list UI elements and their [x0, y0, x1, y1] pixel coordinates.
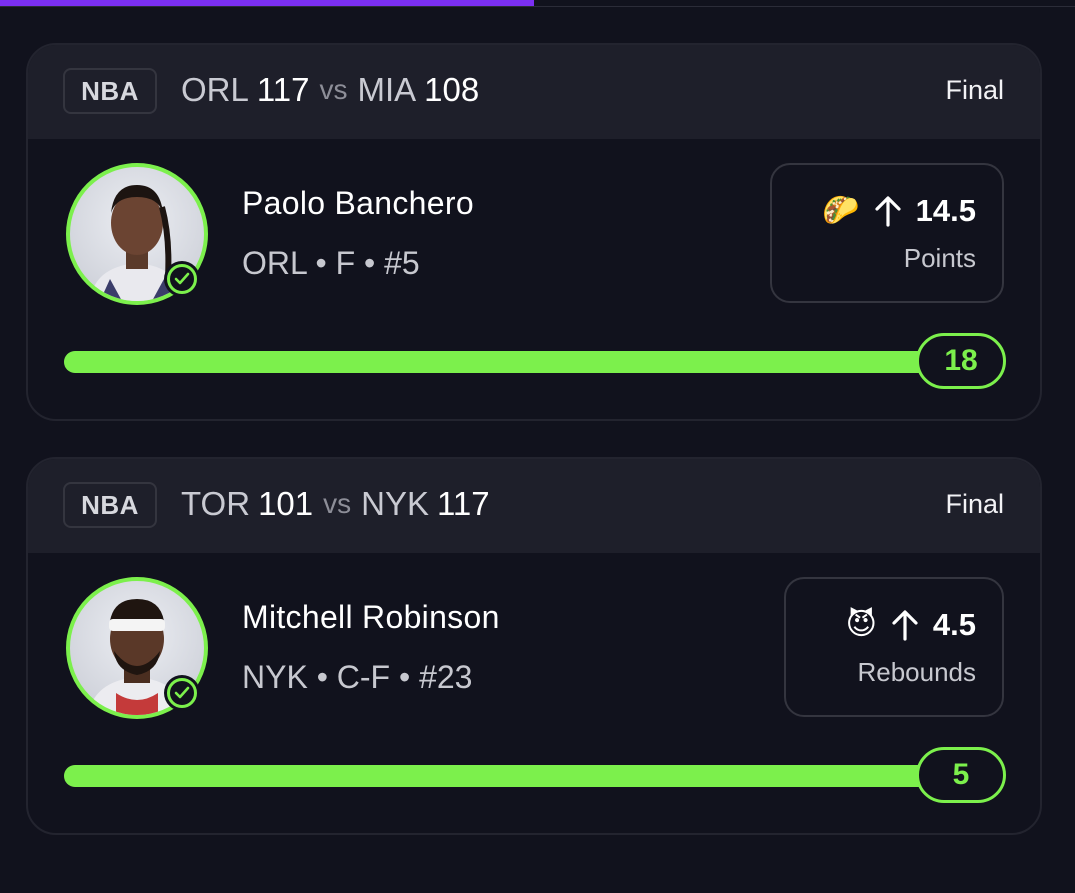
hit-check-icon [164, 261, 200, 297]
away-team: MIA [357, 71, 417, 108]
prop-stat-label: Rebounds [857, 657, 976, 687]
away-score: 108 [424, 71, 480, 108]
devil-face-icon: 😈 [845, 608, 877, 641]
top-progress-track [0, 0, 1075, 7]
prop-stat-label: Points [903, 243, 976, 273]
league-badge: NBA [63, 482, 157, 528]
arrow-up-icon [875, 196, 901, 227]
prop-card[interactable]: NBA ORL 117 vs MIA 108 Final Paolo Banch… [26, 43, 1042, 421]
prop-line-box[interactable]: 🌮 14.5 Points [770, 163, 1004, 303]
away-team: NYK [361, 485, 429, 522]
home-score: 101 [258, 485, 314, 522]
game-status: Final [945, 75, 1004, 105]
arrow-up-icon [892, 610, 918, 641]
taco-icon: 🌮 [822, 194, 860, 227]
game-header: NBA TOR 101 vs NYK 117 Final [28, 459, 1040, 553]
home-team: TOR [181, 485, 251, 522]
result-progress-fill [64, 765, 934, 787]
player-avatar[interactable] [66, 577, 208, 719]
result-progress-track [64, 351, 934, 373]
result-progress-fill [64, 351, 934, 373]
league-badge: NBA [63, 68, 157, 114]
home-team: ORL [181, 71, 249, 108]
player-name: Paolo Banchero [242, 185, 474, 221]
game-header: NBA ORL 117 vs MIA 108 Final [28, 45, 1040, 139]
home-score: 117 [256, 71, 310, 108]
away-score: 117 [436, 485, 490, 522]
player-meta: ORL • F • #5 [242, 245, 420, 281]
hit-check-icon [164, 675, 200, 711]
prop-line-value: 14.5 [915, 193, 976, 228]
result-progress-track [64, 765, 934, 787]
prop-card[interactable]: NBA TOR 101 vs NYK 117 Final Mitchell Ro… [26, 457, 1042, 835]
player-meta: NYK • C-F • #23 [242, 659, 473, 695]
prop-line-value: 4.5 [932, 607, 976, 642]
game-status: Final [945, 489, 1004, 519]
vs-label: vs [319, 74, 348, 105]
player-avatar[interactable] [66, 163, 208, 305]
player-name: Mitchell Robinson [242, 599, 500, 635]
prop-line-box[interactable]: 😈 4.5 Rebounds [784, 577, 1004, 717]
matchup: TOR 101 vs NYK 117 [181, 481, 490, 527]
result-value-pill: 18 [916, 333, 1006, 389]
top-progress-fill [0, 0, 534, 6]
result-value-pill: 5 [916, 747, 1006, 803]
vs-label: vs [323, 488, 352, 519]
matchup: ORL 117 vs MIA 108 [181, 67, 479, 113]
